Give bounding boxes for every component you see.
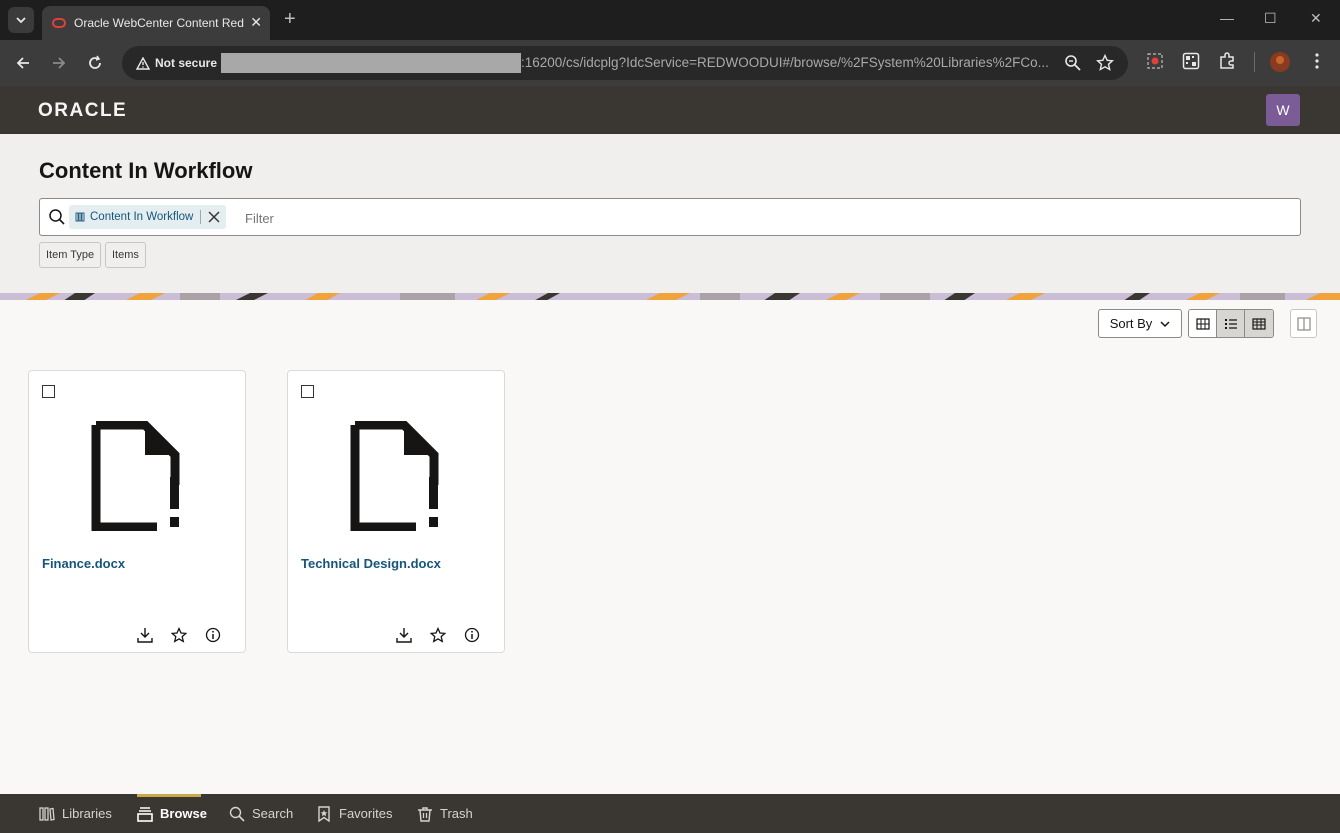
zoom-icon[interactable]: [1064, 54, 1082, 72]
profile-avatar-icon[interactable]: [1270, 52, 1290, 72]
nav-trash[interactable]: Trash: [417, 794, 473, 833]
minimize-icon[interactable]: —: [1220, 10, 1234, 26]
info-icon[interactable]: [464, 627, 480, 643]
nav-label: Libraries: [62, 806, 112, 821]
nav-favorites[interactable]: Favorites: [316, 794, 392, 833]
download-icon[interactable]: [137, 627, 153, 643]
filter-chip-label: Content In Workflow: [90, 211, 194, 223]
search-icon: [229, 806, 245, 822]
browser-tab[interactable]: Oracle WebCenter Content Redwood ✕: [42, 6, 270, 40]
browser-menu-icon[interactable]: [1308, 52, 1326, 70]
new-tab-icon[interactable]: +: [284, 8, 296, 31]
library-icon: [75, 212, 85, 222]
extensions-icon[interactable]: [1218, 52, 1236, 70]
app-header: ORACLE W: [0, 86, 1340, 134]
item-checkbox[interactable]: [301, 385, 314, 398]
item-checkbox[interactable]: [42, 385, 55, 398]
libraries-icon: [39, 806, 55, 821]
oracle-favicon-icon: [52, 18, 66, 28]
browser-titlebar: Oracle WebCenter Content Redwood ✕ + — ☐…: [0, 0, 1340, 40]
item-card[interactable]: Finance.docx: [28, 370, 246, 653]
list-view-icon[interactable]: [1217, 310, 1245, 337]
sort-by-button[interactable]: Sort By: [1098, 309, 1182, 338]
reload-icon[interactable]: [84, 52, 106, 74]
facet-label: Items: [112, 249, 139, 261]
browser-toolbar: Not secure :16200/cs/idcplg?IdcService=R…: [0, 40, 1340, 86]
chevron-down-icon: [16, 17, 26, 24]
chip-separator: [200, 210, 202, 224]
nav-browse[interactable]: Browse: [137, 794, 207, 833]
grid-view-icon[interactable]: [1189, 310, 1217, 337]
download-icon[interactable]: [396, 627, 412, 643]
item-actions: [137, 627, 221, 643]
bottom-navigation: Libraries Browse Search Favorites Trash: [0, 794, 1340, 833]
document-warning-icon: [350, 421, 439, 531]
nav-libraries[interactable]: Libraries: [39, 794, 112, 833]
facet-item-type[interactable]: Item Type: [39, 242, 102, 268]
tab-search-button[interactable]: [8, 7, 34, 33]
tab-title: Oracle WebCenter Content Redwood: [74, 16, 244, 30]
page-header: Content In Workflow Content In Workflow …: [0, 134, 1340, 290]
filter-chip[interactable]: Content In Workflow: [69, 205, 227, 229]
address-bar[interactable]: Not secure :16200/cs/idcplg?IdcService=R…: [122, 46, 1128, 80]
item-actions: [396, 627, 480, 643]
browse-icon: [137, 806, 153, 822]
nav-label: Search: [252, 806, 294, 821]
nav-label: Favorites: [339, 806, 393, 821]
page-title: Content In Workflow: [39, 158, 253, 183]
search-icon: [49, 209, 65, 225]
oracle-logo[interactable]: ORACLE: [38, 100, 127, 122]
trash-icon: [418, 806, 432, 822]
details-panel-icon[interactable]: [1290, 309, 1317, 338]
security-label: Not secure: [155, 56, 218, 70]
nav-label: Browse: [160, 806, 207, 821]
view-toggle-group: [1188, 309, 1274, 338]
filter-bar[interactable]: Content In Workflow: [39, 198, 1301, 236]
url-redacted-block: [221, 53, 521, 73]
forward-icon[interactable]: [48, 52, 70, 74]
facet-items[interactable]: Items: [105, 242, 146, 268]
warning-icon: [136, 56, 150, 70]
bookmark-star-icon[interactable]: [1096, 54, 1114, 72]
nav-search[interactable]: Search: [229, 794, 293, 833]
nav-label: Trash: [440, 806, 473, 821]
url-text[interactable]: :16200/cs/idcplg?IdcService=REDWOODUI#/b…: [521, 55, 1051, 70]
info-icon[interactable]: [205, 627, 221, 643]
security-indicator[interactable]: Not secure: [130, 52, 225, 74]
chevron-down-icon: [1160, 320, 1170, 327]
screen-record-icon[interactable]: [1146, 52, 1164, 70]
facet-label: Item Type: [46, 249, 95, 261]
table-view-icon[interactable]: [1245, 310, 1273, 337]
item-card[interactable]: Technical Design.docx: [287, 370, 505, 653]
filter-input[interactable]: [245, 208, 745, 228]
document-warning-icon: [91, 421, 180, 531]
sort-by-label: Sort By: [1109, 316, 1153, 331]
qr-code-icon[interactable]: [1182, 52, 1200, 70]
favorite-star-icon[interactable]: [171, 627, 187, 643]
decorative-banner: [0, 290, 1340, 300]
favorite-star-icon[interactable]: [430, 627, 446, 643]
maximize-icon[interactable]: ☐: [1264, 10, 1277, 27]
toolbar-divider: [1254, 52, 1255, 72]
content-area: Sort By Finance.docx Technical Design.do…: [0, 300, 1340, 794]
user-avatar[interactable]: W: [1266, 94, 1300, 126]
item-name-link[interactable]: Technical Design.docx: [301, 556, 441, 571]
chip-close-icon[interactable]: [208, 211, 220, 223]
tab-close-icon[interactable]: ✕: [250, 15, 262, 29]
close-window-icon[interactable]: ✕: [1310, 10, 1322, 27]
item-name-link[interactable]: Finance.docx: [42, 556, 125, 571]
avatar-initial: W: [1276, 102, 1290, 118]
favorites-icon: [318, 805, 330, 822]
back-icon[interactable]: [12, 52, 34, 74]
